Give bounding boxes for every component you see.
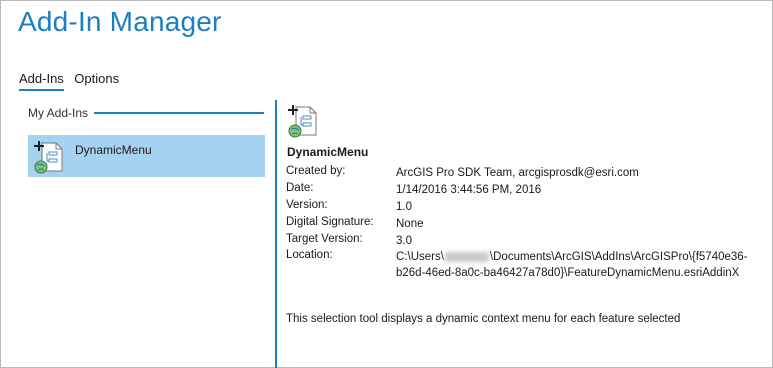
location-label: Location: [286,249,333,261]
digital-signature-value: None [396,218,424,230]
version-value: 1.0 [396,201,412,213]
pane-splitter[interactable] [275,100,277,368]
tab-bar: Add-Ins Options [19,70,125,94]
digital-signature-label: Digital Signature: [286,216,374,228]
version-label: Version: [286,199,328,211]
page-title: Add-In Manager [18,6,222,37]
date-value: 1/14/2016 3:44:56 PM, 2016 [396,184,542,196]
date-label: Date: [286,182,314,194]
addin-globe-icon [288,105,317,138]
addin-list-item-name: DynamicMenu [75,143,152,157]
redacted-username [444,251,489,262]
addin-detail-name: DynamicMenu [287,145,369,159]
location-suffix-line1: \Documents\ArcGIS\AddIns\ArcGISPro\{f574… [489,251,748,263]
addin-globe-icon [34,141,63,174]
target-version-value: 3.0 [396,235,412,247]
tab-options[interactable]: Options [74,71,119,89]
created-by-label: Created by: [286,165,346,177]
tab-add-ins[interactable]: Add-Ins [19,71,64,91]
addin-description: This selection tool displays a dynamic c… [286,313,681,325]
location-prefix: C:\Users\ [396,251,444,263]
location-value[interactable]: C:\Users\ \Documents\ArcGIS\AddIns\ArcGIS… [396,249,748,281]
created-by-value: ArcGIS Pro SDK Team, arcgisprosdk@esri.c… [396,167,639,179]
addin-list-pane: My Add-Ins DynamicMenu [0,100,276,368]
my-addins-group-header: My Add-Ins [28,106,264,120]
location-line2: b26d-46ed-8a0c-ba46427a78d0}\FeatureDyna… [396,267,740,279]
addin-list-item-dynamicmenu[interactable]: DynamicMenu [28,135,265,177]
group-header-rule [94,112,264,114]
target-version-label: Target Version: [286,233,363,245]
group-header-label: My Add-Ins [28,106,89,120]
